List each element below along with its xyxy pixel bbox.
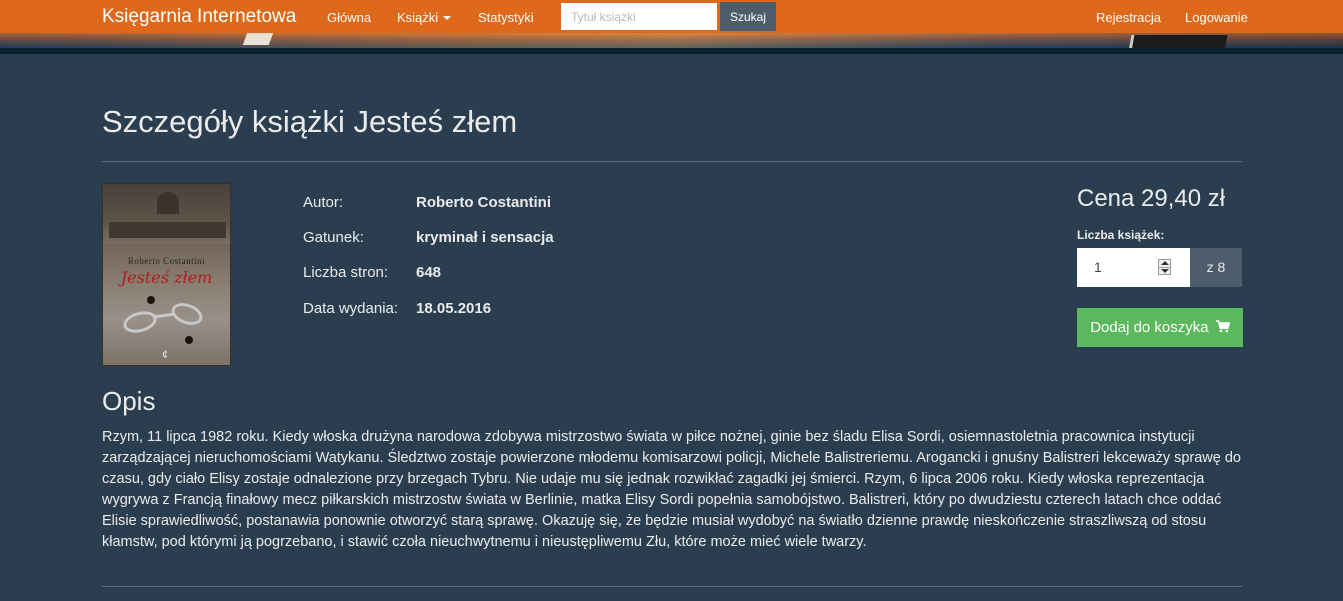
nav-stats-link[interactable]: Statystyki	[478, 10, 534, 25]
header-banner-image	[0, 33, 1343, 54]
navbar: Księgarnia Internetowa Główna Książki St…	[0, 0, 1343, 33]
available-count-addon: z 8	[1190, 248, 1242, 287]
cover-bullet-hole	[147, 296, 155, 304]
book-cover-image: Roberto Costantini Jesteś złem ¢	[102, 183, 231, 366]
detail-label-release-date: Data wydania:	[303, 300, 399, 317]
spin-down-icon[interactable]	[1161, 269, 1169, 273]
login-link[interactable]: Logowanie	[1185, 10, 1248, 25]
price-text: Cena 29,40 zł	[1077, 185, 1226, 212]
cover-publisher-logo: ¢	[162, 349, 169, 360]
quantity-label: Liczba książek:	[1077, 228, 1165, 242]
shopping-cart-icon	[1215, 319, 1230, 332]
divider	[102, 161, 1242, 162]
cover-building	[109, 222, 226, 238]
cover-author: Roberto Costantini	[127, 256, 206, 266]
cover-dome	[157, 192, 179, 214]
spinner-divider	[1159, 267, 1170, 268]
detail-value-pages: 648	[416, 264, 442, 281]
cover-title: Jesteś złem	[120, 268, 213, 287]
search-button[interactable]: Szukaj	[720, 2, 776, 31]
detail-label-author: Autor:	[303, 194, 344, 211]
cover-bullet-hole	[185, 336, 193, 344]
detail-label-pages: Liczba stron:	[303, 264, 389, 281]
description-heading: Opis	[102, 386, 156, 416]
search-input[interactable]	[560, 2, 718, 31]
page-title: Szczegóły książki Jesteś złem	[102, 104, 518, 139]
caret-down-icon	[443, 15, 452, 20]
description-text: Rzym, 11 lipca 1982 roku. Kiedy włoska d…	[102, 429, 1241, 550]
nav-books-label: Książki	[397, 10, 439, 25]
detail-value-author: Roberto Costantini	[416, 194, 551, 211]
handcuff-icon	[120, 307, 160, 337]
detail-value-release-date: 18.05.2016	[416, 300, 492, 317]
brand-link[interactable]: Księgarnia Internetowa	[102, 6, 296, 28]
divider	[102, 586, 1242, 587]
banner-book	[242, 33, 274, 45]
nav-home-link[interactable]: Główna	[327, 10, 371, 25]
add-to-cart-label: Dodaj do koszyka	[1090, 319, 1209, 336]
detail-label-genre: Gatunek:	[303, 229, 364, 246]
banner-ground	[0, 48, 1343, 54]
register-link[interactable]: Rejestracja	[1096, 10, 1161, 25]
spinner-arrows-icon[interactable]	[1158, 259, 1171, 275]
handcuff-icon	[168, 299, 206, 329]
spin-up-icon[interactable]	[1161, 261, 1169, 265]
add-to-cart-button[interactable]: Dodaj do koszyka	[1077, 308, 1243, 347]
detail-value-genre: kryminał i sensacja	[416, 229, 554, 246]
quantity-stepper[interactable]: 1	[1077, 248, 1190, 287]
nav-books-dropdown[interactable]: Książki	[397, 10, 452, 25]
